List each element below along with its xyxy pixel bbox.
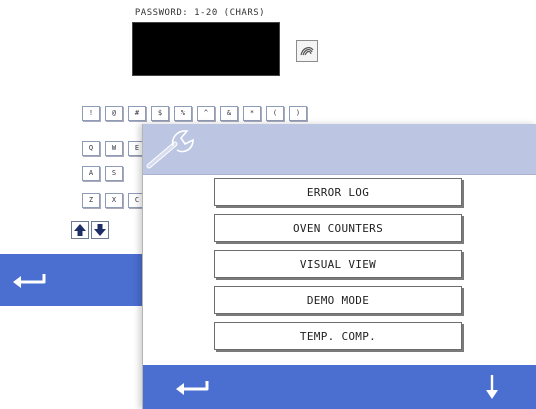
- key-1-9[interactable]: (: [266, 106, 284, 121]
- key-1-5[interactable]: %: [174, 106, 192, 121]
- enter-icon: [300, 47, 314, 56]
- key-1-3[interactable]: #: [128, 106, 146, 121]
- app-stage: PASSWORD: 1-20 (CHARS) ! @ # $% ^ & *() Q W E A S Z X…: [0, 0, 536, 409]
- key-1-2[interactable]: @: [105, 106, 123, 121]
- password-label: PASSWORD: 1-20 (CHARS): [134, 8, 266, 18]
- key-1-4[interactable]: $: [151, 106, 169, 121]
- shift-up-key[interactable]: [71, 221, 89, 239]
- key-2-1[interactable]: Q: [82, 141, 100, 156]
- scroll-down-button[interactable]: [484, 373, 500, 405]
- menu-header: [143, 124, 536, 175]
- menu-item-error-log[interactable]: ERROR LOG: [214, 178, 462, 206]
- menu-back-button[interactable]: [173, 377, 215, 401]
- key-1-1[interactable]: !: [82, 106, 100, 121]
- menu-screen: ERROR LOG OVEN COUNTERS VISUAL VIEW DEMO MO…: [142, 124, 536, 409]
- key-4-2[interactable]: X: [105, 193, 123, 208]
- key-1-8[interactable]: *: [243, 106, 261, 121]
- enter-button[interactable]: [296, 40, 318, 62]
- menu-footer-bar: [143, 365, 536, 409]
- wrench-icon: [146, 130, 194, 169]
- password-back-button[interactable]: [10, 270, 52, 294]
- arrow-up-icon: [74, 224, 86, 236]
- menu-item-demo-mode[interactable]: DEMO MODE: [214, 286, 462, 314]
- menu-item-oven-counters[interactable]: OVEN COUNTERS: [214, 214, 462, 242]
- key-1-7[interactable]: &: [220, 106, 238, 121]
- key-3-1[interactable]: A: [82, 166, 100, 181]
- password-field[interactable]: [132, 22, 280, 76]
- arrow-down-icon: [486, 375, 498, 399]
- arrow-down-icon: [94, 224, 106, 236]
- back-arrow-icon: [176, 381, 209, 395]
- key-4-1[interactable]: Z: [82, 193, 100, 208]
- menu-item-temp-comp[interactable]: TEMP. COMP.: [214, 322, 462, 350]
- key-1-6[interactable]: ^: [197, 106, 215, 121]
- shift-down-key[interactable]: [91, 221, 109, 239]
- back-arrow-icon: [13, 274, 46, 288]
- menu-item-visual-view[interactable]: VISUAL VIEW: [214, 250, 462, 278]
- key-3-2[interactable]: S: [105, 166, 123, 181]
- key-1-10[interactable]: ): [289, 106, 307, 121]
- key-2-2[interactable]: W: [105, 141, 123, 156]
